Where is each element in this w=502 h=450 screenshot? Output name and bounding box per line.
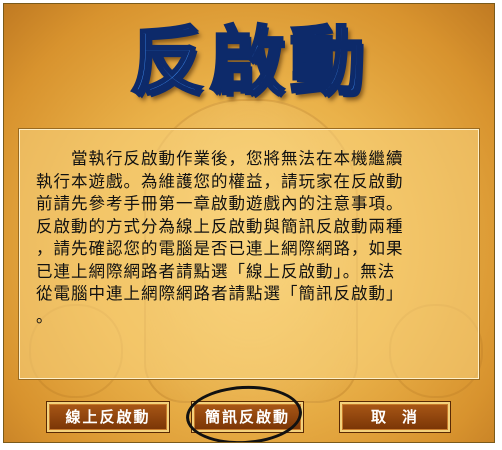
message-text: 當執行反啟動作業後，您將無法在本機繼續 執行本遊戲。為維護您的權益，請玩家在反啟… [36, 149, 404, 326]
sms-deactivate-button[interactable]: 簡訊反啟動 [191, 401, 304, 433]
dialog-window: 反啟動 當執行反啟動作業後，您將無法在本機繼續 執行本遊戲。為維護您的權益，請玩… [3, 3, 495, 443]
cancel-button[interactable]: 取消 [339, 401, 451, 433]
dialog-title: 反啟動 [129, 18, 370, 107]
message-panel: 當執行反啟動作業後，您將無法在本機繼續 執行本遊戲。為維護您的權益，請玩家在反啟… [18, 128, 480, 380]
online-deactivate-button[interactable]: 線上反啟動 [46, 401, 170, 433]
